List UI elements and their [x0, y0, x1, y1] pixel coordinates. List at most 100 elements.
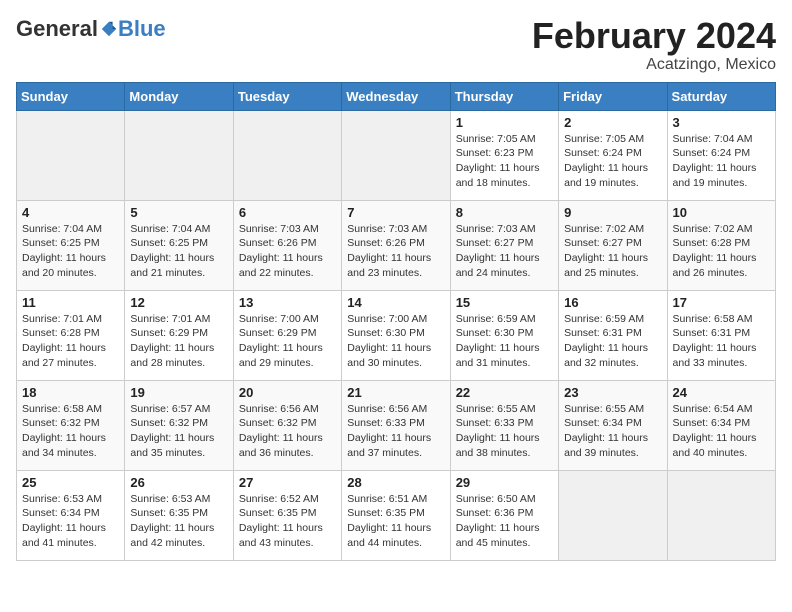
calendar-day-cell: 11 Sunrise: 7:01 AM Sunset: 6:28 PM Dayli… — [17, 290, 125, 380]
day-number: 1 — [456, 115, 553, 130]
day-number: 27 — [239, 475, 336, 490]
day-info: Sunrise: 6:58 AM Sunset: 6:32 PM Dayligh… — [22, 402, 119, 461]
calendar-day-cell: 15 Sunrise: 6:59 AM Sunset: 6:30 PM Dayli… — [450, 290, 558, 380]
calendar-day-cell: 7 Sunrise: 7:03 AM Sunset: 6:26 PM Daylig… — [342, 200, 450, 290]
day-number: 2 — [564, 115, 661, 130]
day-number: 22 — [456, 385, 553, 400]
calendar-day-cell: 28 Sunrise: 6:51 AM Sunset: 6:35 PM Dayli… — [342, 470, 450, 560]
day-info: Sunrise: 6:56 AM Sunset: 6:32 PM Dayligh… — [239, 402, 336, 461]
calendar-empty-cell — [667, 470, 775, 560]
day-number: 23 — [564, 385, 661, 400]
day-info: Sunrise: 6:58 AM Sunset: 6:31 PM Dayligh… — [673, 312, 770, 371]
calendar-empty-cell — [233, 110, 341, 200]
calendar-day-cell: 23 Sunrise: 6:55 AM Sunset: 6:34 PM Dayli… — [559, 380, 667, 470]
day-number: 24 — [673, 385, 770, 400]
weekday-header-wednesday: Wednesday — [342, 82, 450, 110]
day-info: Sunrise: 6:57 AM Sunset: 6:32 PM Dayligh… — [130, 402, 227, 461]
day-info: Sunrise: 7:01 AM Sunset: 6:28 PM Dayligh… — [22, 312, 119, 371]
calendar-day-cell: 20Sunrise: 6:56 AM Sunset: 6:32 PM Dayli… — [233, 380, 341, 470]
day-info: Sunrise: 7:02 AM Sunset: 6:27 PM Dayligh… — [564, 222, 661, 281]
day-info: Sunrise: 6:54 AM Sunset: 6:34 PM Dayligh… — [673, 402, 770, 461]
day-number: 17 — [673, 295, 770, 310]
calendar-empty-cell — [17, 110, 125, 200]
calendar-day-cell: 8 Sunrise: 7:03 AM Sunset: 6:27 PM Daylig… — [450, 200, 558, 290]
day-info: Sunrise: 7:03 AM Sunset: 6:26 PM Dayligh… — [239, 222, 336, 281]
day-number: 12 — [130, 295, 227, 310]
day-info: Sunrise: 7:05 AM Sunset: 6:23 PM Dayligh… — [456, 132, 553, 191]
calendar-day-cell: 18 Sunrise: 6:58 AM Sunset: 6:32 PM Dayli… — [17, 380, 125, 470]
calendar-day-cell: 12Sunrise: 7:01 AM Sunset: 6:29 PM Dayli… — [125, 290, 233, 380]
calendar-week-row: 4Sunrise: 7:04 AM Sunset: 6:25 PM Daylig… — [17, 200, 776, 290]
day-info: Sunrise: 7:04 AM Sunset: 6:24 PM Dayligh… — [673, 132, 770, 191]
calendar-day-cell: 21Sunrise: 6:56 AM Sunset: 6:33 PM Dayli… — [342, 380, 450, 470]
weekday-header-sunday: Sunday — [17, 82, 125, 110]
day-number: 26 — [130, 475, 227, 490]
day-number: 25 — [22, 475, 119, 490]
day-number: 6 — [239, 205, 336, 220]
day-info: Sunrise: 6:59 AM Sunset: 6:31 PM Dayligh… — [564, 312, 661, 371]
calendar-day-cell: 22 Sunrise: 6:55 AM Sunset: 6:33 PM Dayli… — [450, 380, 558, 470]
weekday-header-friday: Friday — [559, 82, 667, 110]
day-number: 14 — [347, 295, 444, 310]
calendar-table: SundayMondayTuesdayWednesdayThursdayFrid… — [16, 82, 776, 561]
calendar-empty-cell — [342, 110, 450, 200]
calendar-day-cell: 13 Sunrise: 7:00 AM Sunset: 6:29 PM Dayli… — [233, 290, 341, 380]
weekday-header-monday: Monday — [125, 82, 233, 110]
logo: General Blue — [16, 16, 166, 42]
day-number: 19 — [130, 385, 227, 400]
day-number: 29 — [456, 475, 553, 490]
day-number: 8 — [456, 205, 553, 220]
location-title: Acatzingo, Mexico — [532, 56, 776, 74]
weekday-header-row: SundayMondayTuesdayWednesdayThursdayFrid… — [17, 82, 776, 110]
calendar-day-cell: 25 Sunrise: 6:53 AM Sunset: 6:34 PM Dayli… — [17, 470, 125, 560]
day-info: Sunrise: 7:03 AM Sunset: 6:27 PM Dayligh… — [456, 222, 553, 281]
calendar-day-cell: 27 Sunrise: 6:52 AM Sunset: 6:35 PM Dayli… — [233, 470, 341, 560]
calendar-week-row: 18 Sunrise: 6:58 AM Sunset: 6:32 PM Dayli… — [17, 380, 776, 470]
logo-general-text: General — [16, 16, 98, 42]
weekday-header-tuesday: Tuesday — [233, 82, 341, 110]
day-number: 7 — [347, 205, 444, 220]
calendar-day-cell: 26 Sunrise: 6:53 AM Sunset: 6:35 PM Dayli… — [125, 470, 233, 560]
calendar-empty-cell — [125, 110, 233, 200]
day-info: Sunrise: 6:53 AM Sunset: 6:35 PM Dayligh… — [130, 492, 227, 551]
day-number: 28 — [347, 475, 444, 490]
day-info: Sunrise: 7:05 AM Sunset: 6:24 PM Dayligh… — [564, 132, 661, 191]
calendar-day-cell: 9 Sunrise: 7:02 AM Sunset: 6:27 PM Daylig… — [559, 200, 667, 290]
weekday-header-saturday: Saturday — [667, 82, 775, 110]
day-info: Sunrise: 6:56 AM Sunset: 6:33 PM Dayligh… — [347, 402, 444, 461]
day-number: 11 — [22, 295, 119, 310]
calendar-day-cell: 6 Sunrise: 7:03 AM Sunset: 6:26 PM Daylig… — [233, 200, 341, 290]
calendar-day-cell: 2 Sunrise: 7:05 AM Sunset: 6:24 PM Daylig… — [559, 110, 667, 200]
calendar-day-cell: 16Sunrise: 6:59 AM Sunset: 6:31 PM Dayli… — [559, 290, 667, 380]
calendar-empty-cell — [559, 470, 667, 560]
calendar-day-cell: 17 Sunrise: 6:58 AM Sunset: 6:31 PM Dayli… — [667, 290, 775, 380]
logo-area: General Blue — [16, 16, 166, 42]
calendar-day-cell: 29 Sunrise: 6:50 AM Sunset: 6:36 PM Dayli… — [450, 470, 558, 560]
day-info: Sunrise: 6:53 AM Sunset: 6:34 PM Dayligh… — [22, 492, 119, 551]
day-info: Sunrise: 7:04 AM Sunset: 6:25 PM Dayligh… — [130, 222, 227, 281]
calendar-week-row: 25 Sunrise: 6:53 AM Sunset: 6:34 PM Dayli… — [17, 470, 776, 560]
calendar-day-cell: 3 Sunrise: 7:04 AM Sunset: 6:24 PM Daylig… — [667, 110, 775, 200]
day-info: Sunrise: 6:59 AM Sunset: 6:30 PM Dayligh… — [456, 312, 553, 371]
day-number: 9 — [564, 205, 661, 220]
calendar-day-cell: 24 Sunrise: 6:54 AM Sunset: 6:34 PM Dayli… — [667, 380, 775, 470]
day-info: Sunrise: 6:52 AM Sunset: 6:35 PM Dayligh… — [239, 492, 336, 551]
day-info: Sunrise: 7:04 AM Sunset: 6:25 PM Dayligh… — [22, 222, 119, 281]
day-info: Sunrise: 7:00 AM Sunset: 6:29 PM Dayligh… — [239, 312, 336, 371]
day-number: 18 — [22, 385, 119, 400]
day-number: 13 — [239, 295, 336, 310]
calendar-day-cell: 14Sunrise: 7:00 AM Sunset: 6:30 PM Dayli… — [342, 290, 450, 380]
day-info: Sunrise: 6:51 AM Sunset: 6:35 PM Dayligh… — [347, 492, 444, 551]
calendar-day-cell: 1 Sunrise: 7:05 AM Sunset: 6:23 PM Daylig… — [450, 110, 558, 200]
day-number: 10 — [673, 205, 770, 220]
calendar-week-row: 11 Sunrise: 7:01 AM Sunset: 6:28 PM Dayli… — [17, 290, 776, 380]
day-info: Sunrise: 6:55 AM Sunset: 6:34 PM Dayligh… — [564, 402, 661, 461]
day-info: Sunrise: 6:50 AM Sunset: 6:36 PM Dayligh… — [456, 492, 553, 551]
day-info: Sunrise: 6:55 AM Sunset: 6:33 PM Dayligh… — [456, 402, 553, 461]
calendar-week-row: 1 Sunrise: 7:05 AM Sunset: 6:23 PM Daylig… — [17, 110, 776, 200]
weekday-header-thursday: Thursday — [450, 82, 558, 110]
day-info: Sunrise: 7:03 AM Sunset: 6:26 PM Dayligh… — [347, 222, 444, 281]
day-number: 15 — [456, 295, 553, 310]
calendar-day-cell: 5Sunrise: 7:04 AM Sunset: 6:25 PM Daylig… — [125, 200, 233, 290]
day-number: 3 — [673, 115, 770, 130]
